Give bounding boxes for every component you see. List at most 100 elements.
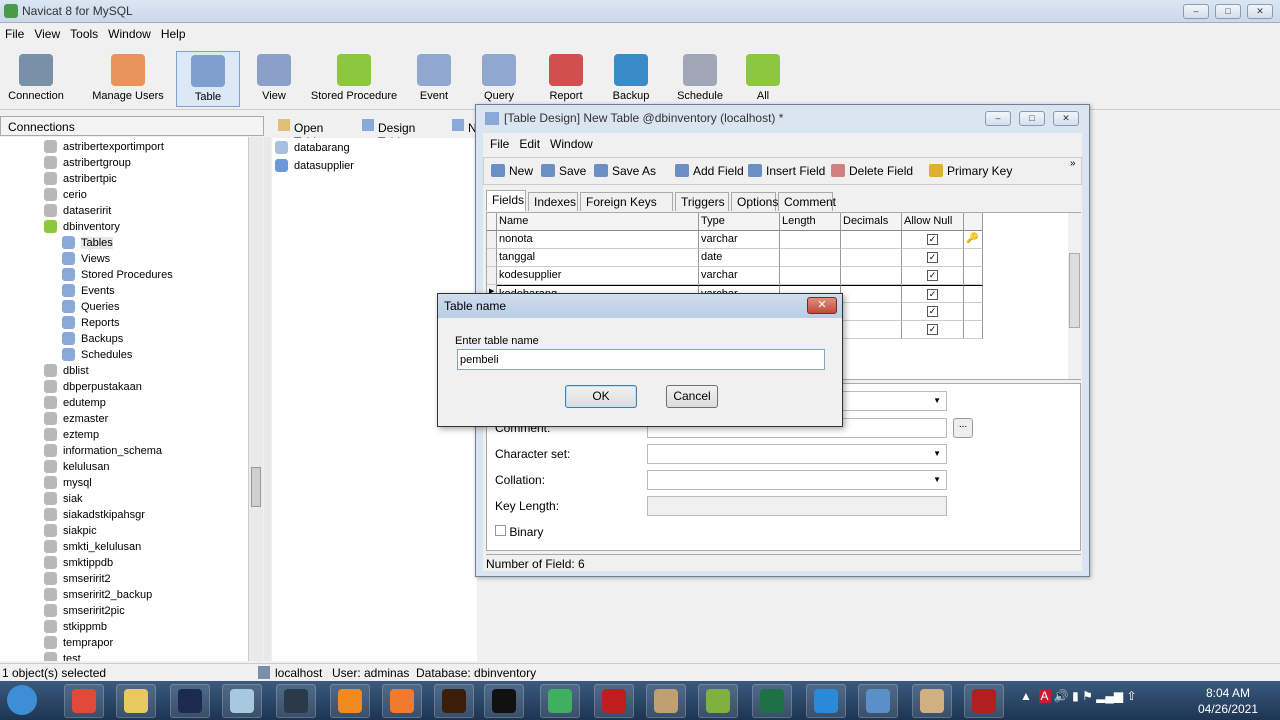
allow-null-cell[interactable]: ✓ [902, 249, 964, 267]
tab-options[interactable]: Options [731, 192, 778, 211]
tree-item[interactable]: Stored Procedures [62, 267, 173, 283]
decimals-cell[interactable] [841, 231, 902, 249]
toolbar-view-button[interactable]: View [248, 51, 300, 107]
tree-item[interactable]: Events [62, 283, 115, 299]
notepad-plus-taskbar-button[interactable] [698, 684, 738, 718]
splitter[interactable] [264, 137, 271, 661]
app-taskbar-button[interactable] [276, 684, 316, 718]
field-name-cell[interactable]: kodesupplier [497, 267, 699, 285]
tab-fields[interactable]: Fields [486, 190, 526, 211]
allow-null-cell[interactable]: ✓ [902, 267, 964, 285]
allow-null-checkbox[interactable]: ✓ [927, 270, 938, 281]
tab-triggers[interactable]: Triggers [675, 192, 729, 211]
control-panel-taskbar-button[interactable] [858, 684, 898, 718]
decimals-cell[interactable] [841, 303, 902, 321]
open-table-button[interactable]: Open Table [278, 118, 323, 149]
decimals-cell[interactable] [841, 285, 902, 303]
toolbar-stored-procedure-button[interactable]: Stored Procedure [308, 51, 400, 107]
tree-item[interactable]: astribertgroup [44, 155, 131, 171]
field-type-cell[interactable]: varchar [699, 231, 780, 249]
tree-item[interactable]: astribertexportimport [44, 139, 164, 155]
tree-item[interactable]: Views [62, 251, 110, 267]
filezilla-taskbar-button[interactable] [594, 684, 634, 718]
column-header[interactable]: Name [497, 213, 699, 231]
row-selector[interactable] [487, 249, 497, 267]
toolbar-connection-button[interactable]: Connection [4, 51, 68, 107]
menu-tools[interactable]: Tools [65, 24, 103, 44]
column-header[interactable]: Length [780, 213, 841, 231]
close-button[interactable]: ✕ [1247, 4, 1273, 19]
tree-item[interactable]: edutemp [44, 395, 106, 411]
length-cell[interactable] [780, 249, 841, 267]
length-cell[interactable] [780, 267, 841, 285]
chrome-taskbar-button[interactable] [64, 684, 104, 718]
menu-file[interactable]: File [485, 135, 514, 153]
tree-item[interactable]: dbperpustakaan [44, 379, 142, 395]
tree-item[interactable]: siakpic [44, 523, 97, 539]
menu-window[interactable]: Window [545, 135, 598, 153]
tree-item[interactable]: test [44, 651, 81, 661]
tree-item[interactable]: smktippdb [44, 555, 113, 571]
paint-taskbar-button[interactable] [912, 684, 952, 718]
menu-edit[interactable]: Edit [514, 135, 545, 153]
table-item[interactable]: datasupplier [275, 158, 354, 174]
tab-indexes[interactable]: Indexes [528, 192, 578, 211]
tree-item[interactable]: astribertpic [44, 171, 117, 187]
file-explorer-taskbar-button[interactable] [116, 684, 156, 718]
tree-item[interactable]: Tables [62, 235, 113, 251]
menu-file[interactable]: File [0, 24, 29, 44]
key-cell[interactable] [964, 249, 983, 267]
allow-null-checkbox[interactable]: ✓ [927, 306, 938, 317]
toolbar-query-button[interactable]: Query [474, 51, 524, 107]
decimals-cell[interactable] [841, 267, 902, 285]
tree-item[interactable]: mysql [44, 475, 92, 491]
allow-null-checkbox[interactable]: ✓ [927, 289, 938, 300]
close-button[interactable]: ✕ [1053, 111, 1079, 126]
table-item[interactable]: databarang [275, 140, 350, 156]
cmd-taskbar-button[interactable] [484, 684, 524, 718]
field-type-cell[interactable]: date [699, 249, 780, 267]
column-header[interactable]: Type [699, 213, 780, 231]
menu-help[interactable]: Help [156, 24, 191, 44]
column-header[interactable]: Decimals [841, 213, 902, 231]
screen-recorder-taskbar-button[interactable] [382, 684, 422, 718]
comment-browse-button[interactable]: ... [953, 418, 973, 438]
maximize-button[interactable]: □ [1215, 4, 1241, 19]
tree-item[interactable]: siakadstkipahsgr [44, 507, 145, 523]
maximize-button[interactable]: □ [1019, 111, 1045, 126]
new-button[interactable]: New [491, 164, 533, 178]
toolbar-manage-users-button[interactable]: Manage Users [88, 51, 168, 107]
tree-item[interactable]: smseririt2_backup [44, 587, 152, 603]
design-table-button[interactable]: Design Table [362, 118, 415, 149]
grid-scrollbar[interactable] [1068, 213, 1081, 379]
key-cell[interactable] [964, 303, 983, 321]
key-cell[interactable] [964, 321, 983, 339]
scroll-thumb[interactable] [251, 467, 261, 507]
tree-item[interactable]: Backups [62, 331, 123, 347]
key-cell[interactable]: 🔑 [964, 231, 983, 249]
tree-item[interactable]: cerio [44, 187, 87, 203]
tree-item[interactable]: kelulusan [44, 459, 109, 475]
tree-item[interactable]: smkti_kelulusan [44, 539, 141, 555]
app-taskbar-button[interactable] [646, 684, 686, 718]
tree-item[interactable]: ezmaster [44, 411, 108, 427]
allow-null-cell[interactable]: ✓ [902, 303, 964, 321]
table-name-input[interactable] [457, 349, 825, 370]
primary-key-button[interactable]: Primary Key [929, 164, 1012, 178]
tree-item[interactable]: dataseririt [44, 203, 111, 219]
tree-item[interactable]: smseririt2pic [44, 603, 125, 619]
allow-null-cell[interactable]: ✓ [902, 231, 964, 249]
tab-foreign-keys[interactable]: Foreign Keys [580, 192, 673, 211]
key-cell[interactable] [964, 267, 983, 285]
row-selector[interactable] [487, 231, 497, 249]
insert-field-button[interactable]: Insert Field [748, 164, 825, 178]
field-type-cell[interactable]: varchar [699, 267, 780, 285]
column-header[interactable]: Allow Null [902, 213, 964, 231]
collation-dropdown[interactable]: ▼ [647, 470, 947, 490]
toolbar-backup-button[interactable]: Backup [604, 51, 658, 107]
clock[interactable]: 8:04 AM 04/26/2021 [1188, 685, 1268, 717]
allow-null-checkbox[interactable]: ✓ [927, 324, 938, 335]
binary-checkbox[interactable]: Binary [495, 525, 543, 539]
allow-null-checkbox[interactable]: ✓ [927, 252, 938, 263]
tree-item[interactable]: information_schema [44, 443, 162, 459]
